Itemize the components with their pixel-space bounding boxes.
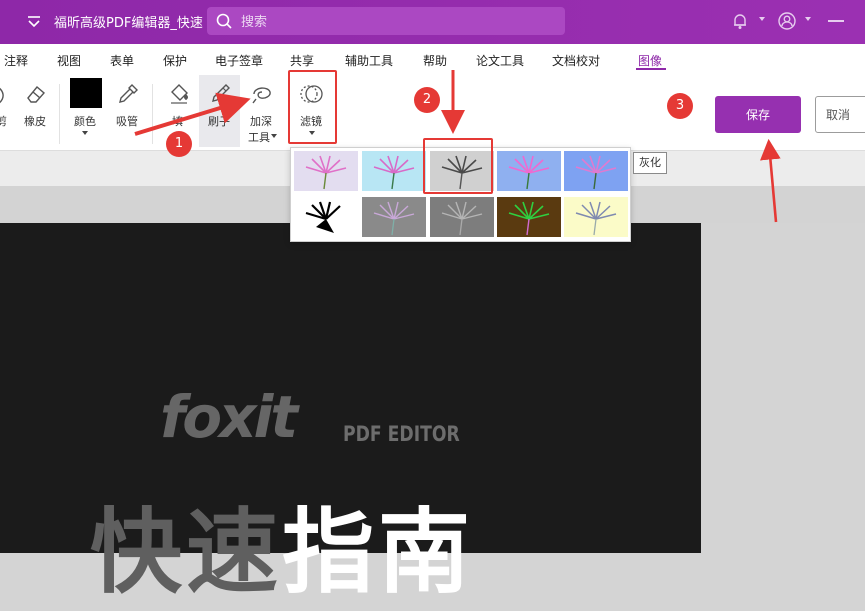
cover-headline: 快速指南	[90, 478, 474, 611]
document-title: 福昕高级PDF编辑器_快速...	[54, 16, 204, 31]
eraser-icon[interactable]	[24, 82, 48, 106]
filter-option-blue[interactable]	[564, 151, 628, 191]
filter-option-light[interactable]	[564, 197, 628, 237]
filter-option-emboss[interactable]	[362, 197, 426, 237]
search-icon	[216, 13, 232, 29]
tab-share[interactable]: 共享	[290, 52, 314, 69]
crop-icon[interactable]	[0, 84, 10, 106]
eyedropper-icon[interactable]	[116, 82, 140, 106]
burn-tool-icon[interactable]	[250, 82, 274, 106]
search-input[interactable]	[239, 11, 543, 33]
tab-protect[interactable]: 保护	[163, 52, 187, 69]
menu-bar: 注释 视图 表单 保护 电子签章 共享 辅助工具 帮助 论文工具 文档校对 图像	[0, 44, 865, 74]
foxit-logo: foxit	[160, 383, 298, 451]
title-bar: 福昕高级PDF编辑器_快速...	[0, 0, 865, 44]
color-dropdown-icon[interactable]	[82, 131, 88, 135]
product-name-text: PDF EDITOR	[343, 422, 460, 446]
burn-tool-dropdown-icon[interactable]	[271, 134, 277, 138]
step-badge-2: 2	[414, 87, 440, 113]
filter-option-relief[interactable]	[430, 197, 494, 237]
filter-option-vivid[interactable]	[497, 151, 561, 191]
account-dropdown-icon[interactable]	[805, 17, 811, 21]
step-badge-1: 1	[166, 131, 192, 157]
tab-help[interactable]: 帮助	[423, 52, 447, 69]
crop-label: 剪	[0, 115, 7, 128]
bell-icon[interactable]	[730, 11, 750, 31]
eyedropper-label: 吸管	[116, 115, 138, 128]
color-label[interactable]: 颜色	[74, 113, 96, 129]
ribbon-separator	[152, 84, 153, 144]
burn-tool-label[interactable]: 加深	[250, 113, 272, 129]
active-tab-indicator	[636, 68, 666, 70]
tab-comment[interactable]: 注释	[4, 52, 28, 69]
minimize-icon[interactable]	[828, 20, 844, 22]
step-badge-3: 3	[667, 93, 693, 119]
tab-document-proofread[interactable]: 文档校对	[552, 52, 600, 69]
tab-thesis-tools[interactable]: 论文工具	[476, 52, 524, 69]
app-menu-dropdown-icon[interactable]	[24, 12, 44, 32]
search-box[interactable]	[207, 7, 565, 35]
tab-form[interactable]: 表单	[110, 52, 134, 69]
user-avatar-icon[interactable]	[777, 11, 797, 31]
fill-bucket-icon[interactable]	[167, 82, 191, 106]
save-button[interactable]: 保存	[715, 96, 801, 133]
tab-view[interactable]: 视图	[57, 52, 81, 69]
filter-option-threshold[interactable]	[294, 197, 358, 237]
tab-e-signature[interactable]: 电子签章	[215, 52, 263, 69]
grayscale-tooltip: 灰化	[633, 152, 667, 174]
brush-icon[interactable]	[208, 82, 232, 106]
filter-option-original[interactable]	[294, 151, 358, 191]
notification-dropdown-icon[interactable]	[759, 17, 765, 21]
color-swatch[interactable]	[70, 78, 102, 108]
filter-button-annotation-box	[288, 70, 337, 144]
tab-accessibility-tools[interactable]: 辅助工具	[345, 52, 393, 69]
grayscale-option-annotation-box	[423, 138, 493, 194]
tab-image[interactable]: 图像	[638, 52, 662, 69]
burn-tool-label-line2[interactable]: 工具	[248, 129, 270, 145]
filter-option-invert[interactable]	[497, 197, 561, 237]
ribbon-separator	[59, 84, 60, 144]
cancel-button[interactable]: 取消	[815, 96, 865, 133]
eraser-label: 橡皮	[24, 115, 46, 128]
brush-label[interactable]: 刷子	[208, 113, 230, 129]
filter-option-cool[interactable]	[362, 151, 426, 191]
fill-label: 填	[172, 115, 183, 128]
